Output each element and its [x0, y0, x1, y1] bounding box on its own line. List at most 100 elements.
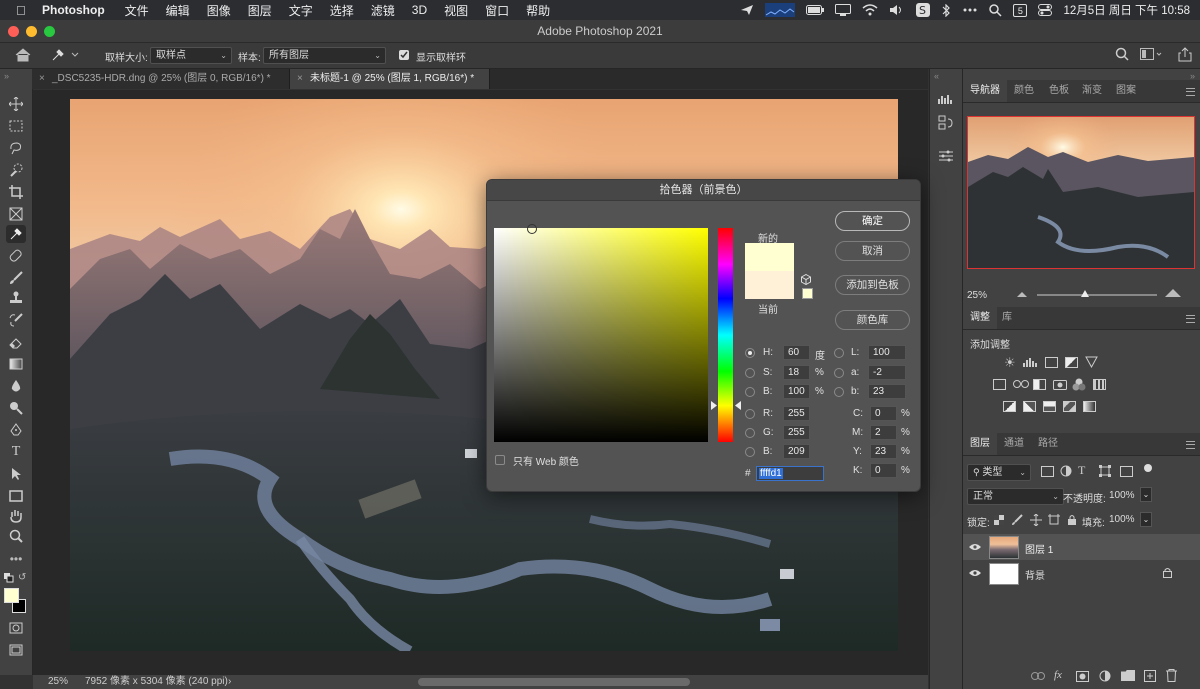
- zoom-window-button[interactable]: [44, 26, 55, 37]
- sample-layers-select[interactable]: 所有图层 ⌄: [263, 47, 386, 64]
- swap-colors-icon[interactable]: ↺: [18, 572, 26, 583]
- horizontal-scrollbar[interactable]: [418, 678, 690, 686]
- new-group-icon[interactable]: [1121, 670, 1135, 681]
- document-info[interactable]: 7952 像素 x 5304 像素 (240 ppi): [85, 675, 228, 688]
- more-tools-icon[interactable]: •••: [6, 550, 26, 568]
- close-window-button[interactable]: [8, 26, 19, 37]
- close-tab-icon[interactable]: ×: [39, 69, 45, 89]
- tab-patterns[interactable]: 图案: [1109, 80, 1143, 102]
- black-white-icon[interactable]: [1033, 379, 1046, 390]
- screen-mode-icon[interactable]: [6, 641, 26, 659]
- tab-navigator[interactable]: 导航器: [963, 80, 1007, 102]
- eraser-tool-icon[interactable]: [6, 333, 26, 351]
- gradient-map-icon[interactable]: [1083, 401, 1096, 412]
- saturation-input[interactable]: 18: [783, 365, 810, 380]
- menu-file[interactable]: 文件: [125, 2, 149, 19]
- color-field[interactable]: [494, 224, 708, 442]
- properties-panel-icon[interactable]: [938, 149, 954, 163]
- clock-text[interactable]: 12月5日 周日 下午 10:58: [1063, 2, 1190, 18]
- battery-status-icon[interactable]: [806, 4, 825, 16]
- tab-paths[interactable]: 路径: [1031, 433, 1065, 455]
- lab-a-radio[interactable]: [834, 368, 844, 378]
- calendar-icon[interactable]: 5: [1013, 3, 1028, 17]
- panel-menu-icon[interactable]: [1186, 315, 1195, 323]
- sample-size-select[interactable]: 取样点 ⌄: [150, 47, 232, 64]
- navigator-zoom-value[interactable]: 25%: [967, 290, 987, 301]
- zoom-level[interactable]: 25%: [48, 675, 68, 688]
- web-safe-color-swatch[interactable]: [802, 288, 813, 299]
- navigator-zoom-slider[interactable]: [1037, 294, 1157, 296]
- lock-position-icon[interactable]: [1030, 514, 1042, 526]
- minimize-window-button[interactable]: [26, 26, 37, 37]
- lock-transparent-pixels-icon[interactable]: [994, 515, 1004, 525]
- home-icon[interactable]: [15, 48, 31, 62]
- menu-view[interactable]: 视图: [444, 2, 468, 19]
- tab-layers[interactable]: 图层: [963, 433, 997, 455]
- dodge-tool-icon[interactable]: [6, 399, 26, 417]
- levels-icon[interactable]: [1023, 357, 1039, 368]
- filter-adjustment-layers-icon[interactable]: [1060, 465, 1072, 477]
- brightness-input[interactable]: 100: [783, 384, 810, 399]
- invert-icon[interactable]: [1003, 401, 1016, 412]
- black-input[interactable]: 0: [870, 463, 897, 478]
- quick-mask-icon[interactable]: [6, 619, 26, 637]
- crop-tool-icon[interactable]: [6, 183, 26, 201]
- control-center-icon[interactable]: [1038, 4, 1053, 16]
- foreground-color-swatch[interactable]: [4, 588, 19, 603]
- layer-filter-kind-select[interactable]: ⚲ 类型 ⌄: [967, 464, 1031, 481]
- send-icon[interactable]: [740, 4, 754, 16]
- menu-layer[interactable]: 图层: [248, 2, 272, 19]
- layer-name[interactable]: 图层 1: [1025, 541, 1053, 556]
- tab-libraries[interactable]: 库: [995, 307, 1019, 329]
- tab-color[interactable]: 颜色: [1007, 80, 1041, 102]
- filter-toggle-icon[interactable]: [1144, 464, 1152, 472]
- blur-tool-icon[interactable]: [6, 377, 26, 395]
- share-icon[interactable]: [1178, 47, 1192, 62]
- hue-slider-right-handle[interactable]: [735, 401, 742, 410]
- panel-menu-icon[interactable]: [1186, 441, 1195, 449]
- volume-icon[interactable]: [889, 4, 905, 16]
- menu-image[interactable]: 图像: [207, 2, 231, 19]
- lab-l-input[interactable]: 100: [868, 345, 906, 360]
- menu-window[interactable]: 窗口: [485, 2, 509, 19]
- lock-image-pixels-icon[interactable]: [1012, 514, 1023, 525]
- lasso-tool-icon[interactable]: [6, 139, 26, 157]
- red-input[interactable]: 255: [783, 406, 810, 421]
- photo-filter-icon[interactable]: [1053, 378, 1067, 390]
- color-libraries-button[interactable]: 颜色库: [835, 310, 910, 330]
- hue-slider[interactable]: [718, 228, 733, 442]
- tab-gradients[interactable]: 渐变: [1075, 80, 1109, 102]
- brightness-radio[interactable]: [745, 387, 755, 397]
- color-lookup-icon[interactable]: [1093, 379, 1106, 390]
- lab-a-input[interactable]: -2: [868, 365, 906, 380]
- eye-visibility-icon[interactable]: [969, 569, 981, 577]
- ok-button[interactable]: 确定: [835, 211, 910, 231]
- threshold-icon[interactable]: [1043, 401, 1056, 412]
- lock-all-icon[interactable]: [1067, 514, 1077, 526]
- show-ring-checkbox[interactable]: [399, 50, 409, 60]
- hue-input[interactable]: 60: [783, 345, 810, 360]
- move-tool-icon[interactable]: [6, 95, 26, 113]
- wifi-icon[interactable]: [862, 4, 878, 16]
- fill-chevron-icon[interactable]: ⌄: [1140, 512, 1152, 527]
- marquee-tool-icon[interactable]: [6, 117, 26, 135]
- hand-tool-icon[interactable]: [6, 507, 26, 525]
- add-mask-icon[interactable]: [1076, 671, 1089, 682]
- filter-pixel-layers-icon[interactable]: [1041, 466, 1054, 477]
- spotlight-icon[interactable]: [989, 3, 1002, 17]
- hue-slider-left-handle[interactable]: [711, 401, 718, 410]
- blue-radio[interactable]: [745, 447, 755, 457]
- yellow-input[interactable]: 23: [870, 444, 897, 459]
- filter-type-layers-icon[interactable]: T: [1078, 463, 1085, 478]
- gamut-cube-icon[interactable]: [801, 274, 811, 285]
- hex-input[interactable]: ffffd1: [756, 466, 824, 481]
- menu-select[interactable]: 选择: [330, 2, 354, 19]
- panel-menu-icon[interactable]: [1186, 88, 1195, 96]
- posterize-icon[interactable]: [1023, 401, 1036, 412]
- web-colors-only-checkbox[interactable]: [495, 455, 505, 465]
- layer-name[interactable]: 背景: [1025, 567, 1045, 582]
- curves-icon[interactable]: [1045, 357, 1058, 368]
- color-balance-icon[interactable]: [1013, 378, 1029, 390]
- clone-stamp-tool-icon[interactable]: [6, 289, 26, 307]
- opacity-value[interactable]: 100%: [1109, 490, 1135, 501]
